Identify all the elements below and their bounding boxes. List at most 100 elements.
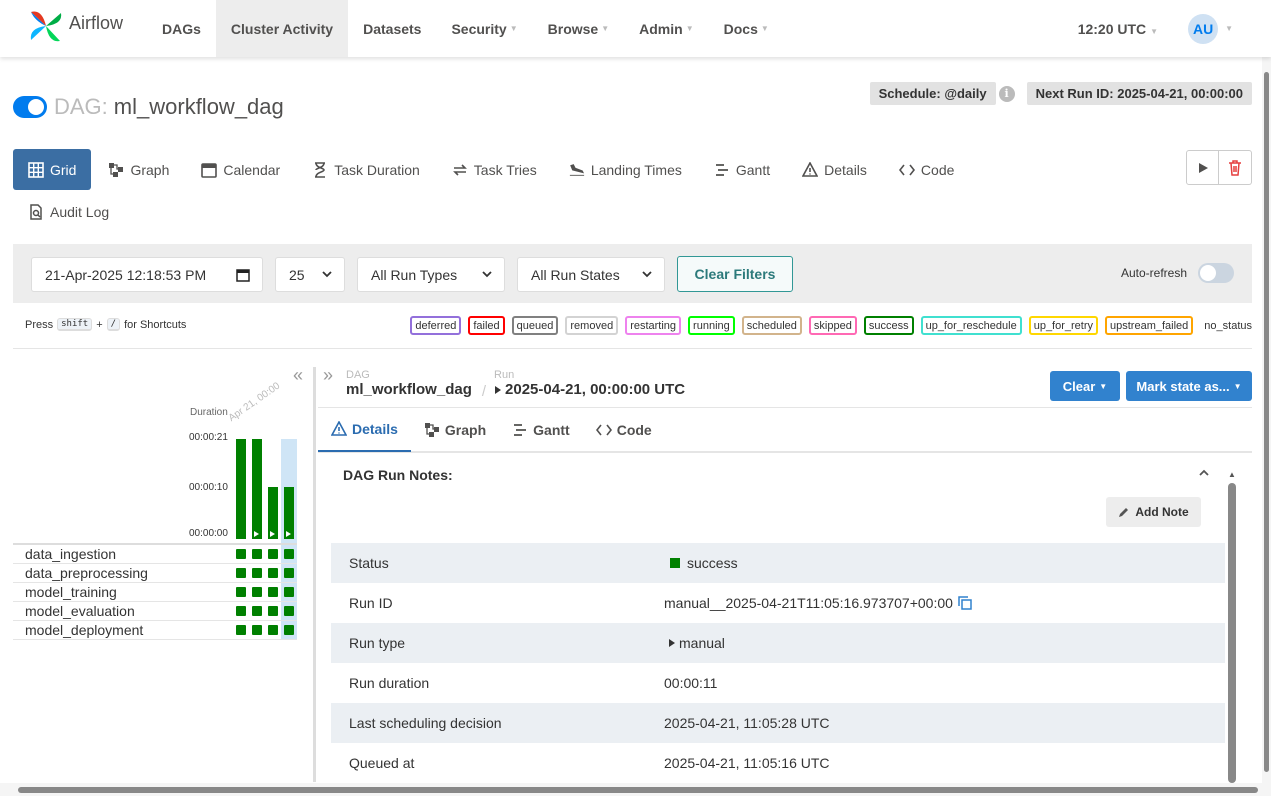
delete-dag-button[interactable]: [1219, 150, 1252, 185]
nav-item-security[interactable]: Security ▼: [436, 0, 532, 57]
tab-audit-log[interactable]: Audit Log: [13, 191, 124, 232]
tab-details[interactable]: Details: [787, 149, 882, 190]
trigger-dag-button[interactable]: [1186, 150, 1219, 185]
task-instance-cell[interactable]: [284, 568, 294, 578]
mark-state-button[interactable]: Mark state as... ▼: [1126, 371, 1252, 401]
task-name[interactable]: model_evaluation: [13, 603, 235, 619]
run-duration-bar[interactable]: [236, 439, 246, 539]
nav-item-cluster-activity[interactable]: Cluster Activity: [215, 0, 349, 57]
nav-item-browse[interactable]: Browse ▼: [533, 0, 625, 57]
execution-date-input[interactable]: 21-Apr-2025 12:18:53 PM: [31, 257, 263, 292]
scroll-thumb[interactable]: [1228, 483, 1236, 783]
task-name[interactable]: model_training: [13, 584, 235, 600]
task-instance-cell[interactable]: [252, 568, 262, 578]
task-instance-cell[interactable]: [268, 549, 278, 559]
task-name[interactable]: model_deployment: [13, 622, 235, 638]
legend-no-status[interactable]: no_status: [1204, 320, 1252, 332]
tab-task-tries[interactable]: Task Tries: [437, 149, 552, 190]
run-type-select[interactable]: All Run Types: [357, 257, 505, 292]
user-avatar[interactable]: AU: [1188, 13, 1219, 44]
task-name[interactable]: data_preprocessing: [13, 565, 235, 581]
run-duration-bar[interactable]: [284, 487, 294, 539]
task-instance-cell[interactable]: [284, 587, 294, 597]
chevron-up-icon[interactable]: [1198, 468, 1210, 478]
subtab-details[interactable]: Details: [318, 408, 411, 452]
clear-run-button[interactable]: Clear ▼: [1050, 371, 1120, 401]
legend-scheduled[interactable]: scheduled: [741, 316, 802, 335]
task-instance-cell[interactable]: [236, 606, 246, 616]
tab-task-duration[interactable]: Task Duration: [297, 149, 435, 190]
run-count-select[interactable]: 25: [275, 257, 345, 292]
task-row[interactable]: model_evaluation: [13, 602, 297, 621]
task-instance-cell[interactable]: [252, 606, 262, 616]
task-instance-cell[interactable]: [268, 606, 278, 616]
nav-item-admin[interactable]: Admin ▼: [624, 0, 708, 57]
task-row[interactable]: data_ingestion: [13, 545, 297, 564]
task-instance-cell[interactable]: [236, 549, 246, 559]
legend-restarting[interactable]: restarting: [625, 316, 682, 335]
task-instance-cell[interactable]: [236, 587, 246, 597]
legend-failed[interactable]: failed: [468, 316, 505, 335]
task-row[interactable]: model_deployment: [13, 621, 297, 640]
info-icon[interactable]: i: [998, 85, 1015, 102]
subtab-graph[interactable]: Graph: [411, 408, 499, 452]
tab-graph[interactable]: Graph: [93, 149, 184, 190]
breadcrumb-dag[interactable]: ml_workflow_dag: [346, 381, 472, 398]
dag-pause-toggle[interactable]: [13, 96, 47, 118]
tab-code[interactable]: Code: [884, 149, 969, 190]
scroll-thumb[interactable]: [1264, 72, 1269, 772]
legend-deferred[interactable]: deferred: [410, 316, 462, 335]
task-row[interactable]: data_preprocessing: [13, 564, 297, 583]
tab-gantt[interactable]: Gantt: [699, 149, 785, 190]
task-instance-cell[interactable]: [252, 549, 262, 559]
nav-item-docs[interactable]: Docs ▼: [709, 0, 784, 57]
legend-removed[interactable]: removed: [565, 316, 619, 335]
legend-queued[interactable]: queued: [511, 316, 559, 335]
tab-landing-times[interactable]: Landing Times: [554, 149, 697, 190]
scroll-thumb[interactable]: [18, 787, 1258, 793]
task-instance-cell[interactable]: [268, 568, 278, 578]
auto-refresh-switch[interactable]: [1198, 263, 1234, 283]
task-instance-cell[interactable]: [236, 568, 246, 578]
task-instance-cell[interactable]: [284, 549, 294, 559]
nav-item-datasets[interactable]: Datasets: [348, 0, 436, 57]
task-instance-cell[interactable]: [268, 625, 278, 635]
collapse-grid-icon[interactable]: «: [293, 365, 303, 386]
legend-up-for-retry[interactable]: up_for_retry: [1028, 316, 1099, 335]
legend-skipped[interactable]: skipped: [808, 316, 857, 335]
task-instance-cell[interactable]: [252, 625, 262, 635]
legend-running[interactable]: running: [688, 316, 735, 335]
scroll-up-icon[interactable]: ▲: [1228, 470, 1236, 479]
task-instance-cell[interactable]: [236, 625, 246, 635]
run-duration-bar[interactable]: [268, 487, 278, 539]
task-instance-cell[interactable]: [284, 625, 294, 635]
run-state-select[interactable]: All Run States: [517, 257, 665, 292]
page-horizontal-scrollbar[interactable]: [0, 783, 1271, 796]
task-name[interactable]: data_ingestion: [13, 546, 235, 562]
legend-up-for-reschedule[interactable]: up_for_reschedule: [920, 316, 1022, 335]
copy-icon[interactable]: [958, 596, 972, 610]
airflow-logo[interactable]: Airflow: [27, 6, 127, 46]
tab-calendar[interactable]: Calendar: [186, 149, 295, 190]
calendar-icon[interactable]: [236, 268, 250, 282]
run-duration-bar[interactable]: [252, 439, 262, 539]
chevron-down-icon[interactable]: ▼: [1225, 24, 1233, 33]
task-instance-cell[interactable]: [252, 587, 262, 597]
breadcrumb-run[interactable]: 2025-04-21, 00:00:00 UTC: [494, 381, 685, 398]
task-instance-cell[interactable]: [284, 606, 294, 616]
task-instance-cell[interactable]: [268, 587, 278, 597]
clear-filters-button[interactable]: Clear Filters: [677, 256, 793, 292]
subtab-gantt[interactable]: Gantt: [499, 408, 583, 452]
panel-resize-handle[interactable]: [313, 367, 316, 782]
tab-grid[interactable]: Grid: [13, 149, 92, 190]
legend-success[interactable]: success: [863, 316, 914, 335]
expand-icon[interactable]: »: [323, 365, 333, 386]
task-row[interactable]: model_training: [13, 583, 297, 602]
subtab-code[interactable]: Code: [583, 408, 665, 452]
details-scrollbar[interactable]: ▲: [1228, 470, 1236, 783]
timezone-dropdown[interactable]: 12:20 UTC ▼: [1078, 21, 1158, 37]
page-vertical-scrollbar[interactable]: [1262, 57, 1271, 783]
legend-upstream-failed[interactable]: upstream_failed: [1105, 316, 1194, 335]
nav-item-dags[interactable]: DAGs: [147, 0, 216, 57]
add-note-button[interactable]: Add Note: [1106, 497, 1201, 527]
